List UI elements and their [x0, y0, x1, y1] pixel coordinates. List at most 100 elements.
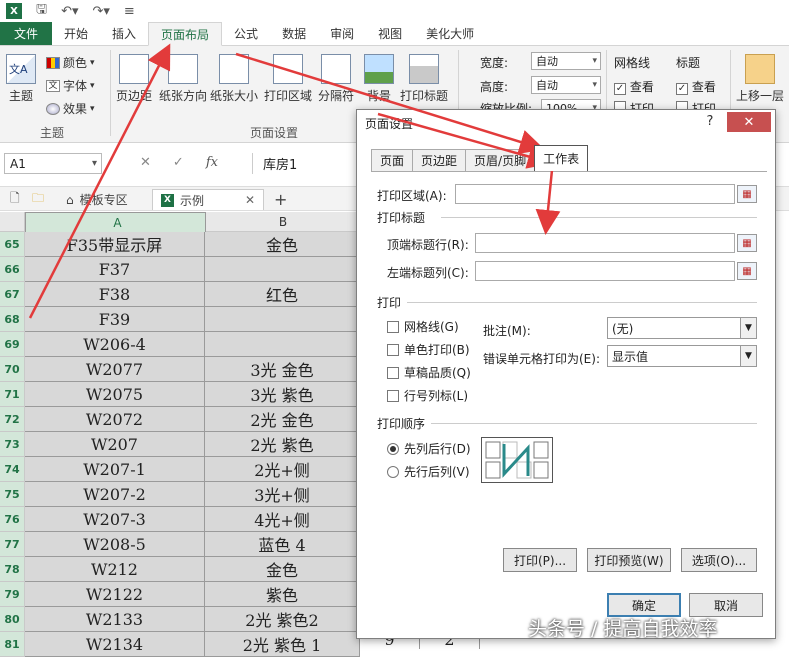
- row-header[interactable]: 74: [0, 457, 25, 482]
- down-then-over-radio[interactable]: 先列后行(D): [387, 440, 471, 457]
- row-header[interactable]: 70: [0, 357, 25, 382]
- range-picker-icon[interactable]: ▦: [737, 234, 757, 252]
- draft-checkbox[interactable]: 草稿品质(Q): [387, 364, 471, 381]
- redo-icon[interactable]: ↷▾: [93, 4, 110, 19]
- row-header[interactable]: 66: [0, 257, 25, 282]
- cell-a[interactable]: W212: [25, 557, 205, 582]
- cell-b[interactable]: 红色: [205, 282, 360, 307]
- cell-b[interactable]: [205, 307, 360, 332]
- tab-view[interactable]: 视图: [366, 22, 414, 45]
- row-header[interactable]: 65: [0, 232, 25, 257]
- close-tab-icon[interactable]: ✕: [245, 193, 255, 207]
- cell-a[interactable]: F38: [25, 282, 205, 307]
- row-header[interactable]: 80: [0, 607, 25, 632]
- row-header[interactable]: 77: [0, 532, 25, 557]
- row-header[interactable]: 78: [0, 557, 25, 582]
- cols-repeat-input[interactable]: [475, 261, 735, 281]
- gridlines-checkbox[interactable]: 网格线(G): [387, 318, 459, 335]
- name-box[interactable]: A1: [4, 153, 102, 174]
- row-header[interactable]: 69: [0, 332, 25, 357]
- enter-icon[interactable]: ✓: [173, 155, 184, 170]
- tab-review[interactable]: 审阅: [318, 22, 366, 45]
- print-area-button[interactable]: 打印区域: [264, 54, 312, 104]
- background-button[interactable]: 背景: [364, 54, 394, 104]
- row-header[interactable]: 68: [0, 307, 25, 332]
- errors-select[interactable]: 显示值 ▼: [607, 345, 757, 367]
- cell-b[interactable]: 2光 紫色: [205, 432, 360, 457]
- options-button[interactable]: 选项(O)...: [681, 548, 757, 572]
- width-select[interactable]: 自动: [531, 52, 601, 70]
- cell-a[interactable]: W207: [25, 432, 205, 457]
- save-icon[interactable]: 🖫: [36, 0, 47, 22]
- fonts-button[interactable]: 文 字体 ▾: [46, 77, 95, 94]
- cell-a[interactable]: W206-4: [25, 332, 205, 357]
- over-then-down-radio[interactable]: 先行后列(V): [387, 463, 470, 480]
- print-preview-button[interactable]: 打印预览(W): [587, 548, 671, 572]
- tab-file[interactable]: 文件: [0, 22, 52, 45]
- cell-b[interactable]: 2光 金色: [205, 407, 360, 432]
- cell-b[interactable]: 紫色: [205, 582, 360, 607]
- orientation-button[interactable]: 纸张方向: [159, 54, 207, 104]
- size-button[interactable]: 纸张大小: [210, 54, 258, 104]
- height-select[interactable]: 自动: [531, 76, 601, 94]
- cell-a[interactable]: W207-3: [25, 507, 205, 532]
- cell-a[interactable]: W2075: [25, 382, 205, 407]
- row-header[interactable]: 67: [0, 282, 25, 307]
- tab-page-layout[interactable]: 页面布局: [148, 22, 223, 46]
- range-picker-icon[interactable]: ▦: [737, 185, 757, 203]
- cell-b[interactable]: 2光 紫色2: [205, 607, 360, 632]
- row-header[interactable]: 81: [0, 632, 25, 657]
- cell-a[interactable]: F37: [25, 257, 205, 282]
- print-button[interactable]: 打印(P)...: [503, 548, 577, 572]
- tab-sheet[interactable]: 工作表: [534, 145, 589, 171]
- select-all-corner[interactable]: [0, 212, 25, 232]
- cell-a[interactable]: W2077: [25, 357, 205, 382]
- tab-home[interactable]: 开始: [52, 22, 100, 45]
- cell-b[interactable]: 蓝色 4: [205, 532, 360, 557]
- cell-a[interactable]: F39: [25, 307, 205, 332]
- comments-select[interactable]: (无) ▼: [607, 317, 757, 339]
- close-icon[interactable]: ✕: [727, 112, 771, 132]
- row-header[interactable]: 71: [0, 382, 25, 407]
- bring-forward-button[interactable]: 上移一层: [736, 54, 784, 104]
- cell-b[interactable]: 金色: [205, 232, 360, 257]
- margins-button[interactable]: 页边距: [116, 54, 152, 104]
- help-icon[interactable]: ?: [701, 114, 719, 129]
- tab-template-zone[interactable]: ⌂ 模板专区: [58, 189, 136, 210]
- tab-beautify-master[interactable]: 美化大师: [414, 22, 486, 45]
- folder-icon[interactable]: 🗀: [24, 189, 52, 210]
- cell-b[interactable]: [205, 257, 360, 282]
- column-header-a[interactable]: A: [25, 212, 206, 234]
- tab-data[interactable]: 数据: [270, 22, 318, 45]
- row-header[interactable]: 73: [0, 432, 25, 457]
- cell-b[interactable]: 3光+侧: [205, 482, 360, 507]
- cell-a[interactable]: W208-5: [25, 532, 205, 557]
- tab-margins[interactable]: 页边距: [412, 149, 467, 171]
- cell-b[interactable]: 2光 紫色 1: [205, 632, 360, 657]
- cell-a[interactable]: W2122: [25, 582, 205, 607]
- rows-repeat-input[interactable]: [475, 233, 735, 253]
- tab-page[interactable]: 页面: [371, 149, 414, 171]
- headings-checkbox[interactable]: 行号列标(L): [387, 387, 468, 404]
- themes-button[interactable]: 主题: [6, 54, 36, 104]
- cell-a[interactable]: W2072: [25, 407, 205, 432]
- row-header[interactable]: 76: [0, 507, 25, 532]
- row-header[interactable]: 72: [0, 407, 25, 432]
- breaks-button[interactable]: 分隔符: [318, 54, 354, 104]
- cell-b[interactable]: 4光+侧: [205, 507, 360, 532]
- print-titles-button[interactable]: 打印标题: [400, 54, 448, 104]
- column-header-b[interactable]: B: [206, 212, 361, 232]
- cell-b[interactable]: 3光 紫色: [205, 382, 360, 407]
- cell-b[interactable]: 2光+侧: [205, 457, 360, 482]
- row-header[interactable]: 75: [0, 482, 25, 507]
- cell-a[interactable]: W2133: [25, 607, 205, 632]
- tab-header-footer[interactable]: 页眉/页脚: [465, 149, 536, 171]
- add-tab-button[interactable]: +: [266, 189, 295, 210]
- mono-checkbox[interactable]: 单色打印(B): [387, 341, 470, 358]
- cell-a[interactable]: W207-2: [25, 482, 205, 507]
- formula-input[interactable]: 库房1: [252, 153, 362, 174]
- customize-quick-access-icon[interactable]: ≡: [124, 4, 135, 19]
- cell-b[interactable]: 金色: [205, 557, 360, 582]
- tab-example[interactable]: X 示例 ✕: [152, 189, 264, 210]
- cell-a[interactable]: F35带显示屏: [25, 232, 205, 257]
